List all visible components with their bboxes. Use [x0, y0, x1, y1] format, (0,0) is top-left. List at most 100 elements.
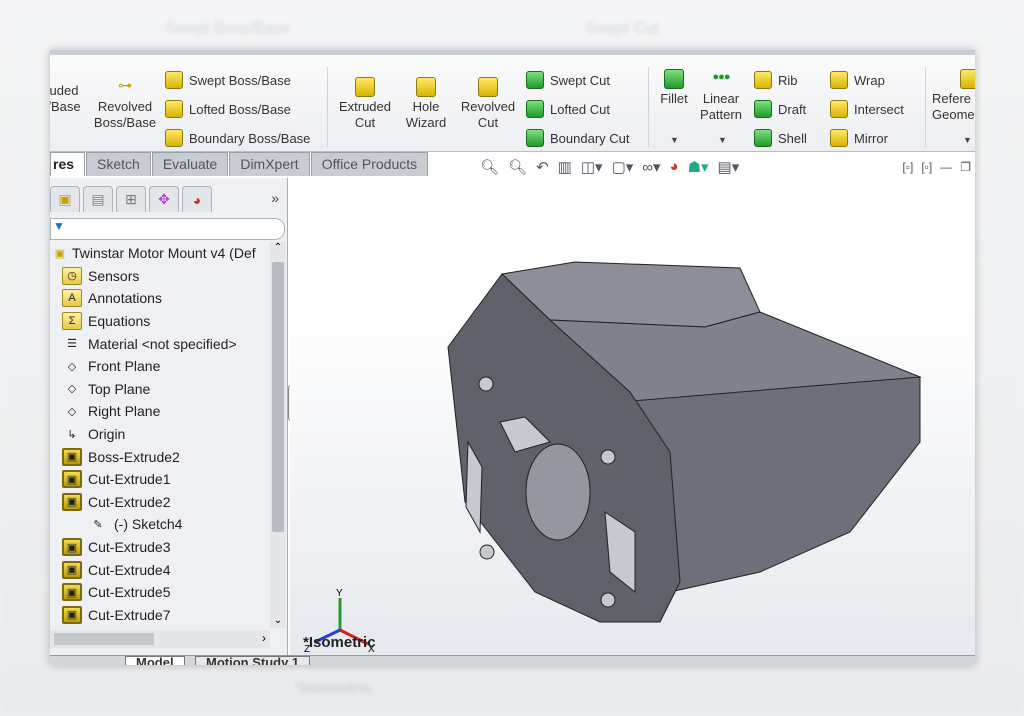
configuration-manager-tab[interactable]: ⊞	[116, 186, 146, 212]
tab-evaluate[interactable]: Evaluate	[151, 152, 229, 176]
draft-button[interactable]: Draft	[754, 100, 806, 118]
command-manager-tabs: res Sketch Evaluate DimXpert Office Prod…	[50, 152, 429, 176]
svg-text:Y: Y	[336, 588, 343, 599]
reference-geometry-button[interactable]: Refere Geome	[932, 69, 975, 123]
tree-item-label: Origin	[88, 426, 126, 443]
swept-cut-button[interactable]: Swept Cut	[526, 71, 610, 89]
revolved-cut-button[interactable]: Revolved Cut	[455, 77, 521, 131]
revolved-boss-button[interactable]: ⊶ Revolved Boss/Base	[92, 77, 158, 131]
more-tabs-chevron-icon[interactable]: »	[271, 190, 279, 206]
equations-folder-icon: Σ	[62, 312, 82, 331]
tree-item-label: Boss-Extrude2	[88, 448, 180, 465]
reference-geometry-icon	[960, 69, 975, 89]
filter-icon: ▼	[53, 219, 65, 233]
tree-item[interactable]: ◇ Top Plane	[50, 378, 270, 401]
feature-manager-panel: ▣ ▤ ⊞ ✥ ◕ » ▼ ▣ Twinstar Motor Mount v4 (…	[50, 178, 288, 656]
boundary-cut-button[interactable]: Boundary Cut	[526, 129, 630, 147]
shell-icon	[754, 129, 772, 147]
extruded-boss-button[interactable]: uded /Base	[50, 83, 82, 115]
tab-sketch[interactable]: Sketch	[86, 152, 151, 176]
part-icon: ▣	[54, 247, 66, 260]
tab-model[interactable]: Model	[125, 656, 185, 665]
tree-item[interactable]: ▣ Cut-Extrude4	[50, 558, 270, 581]
tree-item[interactable]: ☰ Material <not specified>	[50, 332, 270, 355]
tree-item-label: Top Plane	[88, 380, 151, 397]
graphics-viewport[interactable]: 🔍︎ 🔍︎ ↶ ▥ ◫▾ ▢▾ ∞▾ ◕ ☗▾ ▤▾ [▫] [▫] — ❐ Y…	[290, 152, 975, 655]
tree-item[interactable]: ◇ Front Plane	[50, 355, 270, 378]
tab-features[interactable]: res	[50, 152, 86, 176]
fillet-icon	[664, 69, 684, 89]
rib-icon	[754, 71, 772, 89]
tab-office-products[interactable]: Office Products	[310, 152, 429, 176]
hole-wizard-icon	[416, 77, 436, 97]
shell-button[interactable]: Shell	[754, 129, 807, 147]
tree-item-label: Cut-Extrude1	[88, 471, 171, 488]
boundary-boss-button[interactable]: Boundary Boss/Base	[165, 129, 310, 147]
tree-horizontal-scrollbar[interactable]: ›	[50, 630, 270, 648]
revolved-cut-icon	[478, 77, 498, 97]
rib-button[interactable]: Rib	[754, 71, 798, 89]
fillet-button[interactable]: Fillet	[654, 69, 694, 107]
cut-extrude-icon: ▣	[62, 605, 82, 624]
horizontal-scroll-thumb[interactable]	[54, 633, 154, 645]
annotations-folder-icon: A	[62, 289, 82, 308]
dimxpert-manager-tab[interactable]: ✥	[149, 186, 179, 212]
tree-item[interactable]: ▣ Cut-Extrude5	[50, 581, 270, 604]
tree-item[interactable]: ▣ Cut-Extrude7	[50, 604, 270, 627]
tree-item-label: Sensors	[88, 267, 140, 284]
display-manager-tab[interactable]: ◕	[182, 186, 212, 212]
tree-root[interactable]: ▣ Twinstar Motor Mount v4 (Def	[50, 242, 270, 265]
tree-item[interactable]: ▣ Boss-Extrude2	[50, 445, 270, 468]
bottom-tabs: Model Motion Study 1	[50, 655, 975, 665]
tree-item[interactable]: ▣ Cut-Extrude3	[50, 536, 270, 559]
swept-boss-button[interactable]: Swept Boss/Base	[165, 71, 291, 89]
cut-extrude-icon: ▣	[62, 583, 82, 602]
revolve-icon: ⊶	[118, 77, 132, 93]
tree-item[interactable]: ✎ (-) Sketch4	[50, 513, 270, 536]
intersect-button[interactable]: Intersect	[830, 100, 904, 118]
tree-item-label: Annotations	[88, 290, 162, 307]
property-manager-tab[interactable]: ▤	[83, 186, 113, 212]
tree-item-label: Equations	[88, 313, 151, 330]
solidworks-window: uded /Base ⊶ Revolved Boss/Base Swept Bos…	[50, 50, 975, 665]
tree-item[interactable]: ◷ Sensors	[50, 265, 270, 288]
boss-extrude-icon: ▣	[62, 447, 82, 466]
tree-item[interactable]: ▣ Cut-Extrude2	[50, 491, 270, 514]
wrap-button[interactable]: Wrap	[830, 71, 885, 89]
tab-motion-study-1[interactable]: Motion Study 1	[195, 656, 311, 665]
feature-manager-tab[interactable]: ▣	[50, 186, 80, 212]
hole-wizard-button[interactable]: Hole Wizard	[400, 77, 452, 131]
tree-item[interactable]: ▣ Cut-Extrude1	[50, 468, 270, 491]
tree-item-label: Cut-Extrude3	[88, 539, 171, 556]
tree-item[interactable]: Σ Equations	[50, 310, 270, 333]
model-bolt-hole	[600, 592, 616, 608]
linear-pattern-dropdown[interactable]: ▼	[718, 135, 727, 145]
linear-pattern-button[interactable]: ●●● Linear Pattern	[696, 69, 746, 123]
extruded-cut-button[interactable]: Extruded Cut	[332, 77, 398, 131]
feature-tree: ▣ Twinstar Motor Mount v4 (Def ◷ Sensors A A…	[50, 242, 270, 628]
loft-icon	[165, 100, 183, 118]
reference-geometry-dropdown[interactable]: ▼	[963, 135, 972, 145]
tree-item-label: (-) Sketch4	[114, 516, 183, 533]
tree-item[interactable]: A Annotations	[50, 287, 270, 310]
display-icon: ◕	[192, 191, 202, 208]
tree-vertical-scrollbar[interactable]: ⌃ ⌄	[270, 242, 286, 628]
tree-item-label: Cut-Extrude2	[88, 493, 171, 510]
property-icon: ▤	[91, 191, 105, 207]
lofted-cut-button[interactable]: Lofted Cut	[526, 100, 610, 118]
swept-cut-icon	[526, 71, 544, 89]
mirror-button[interactable]: Mirror	[830, 129, 888, 147]
linear-pattern-icon: ●●●	[712, 71, 731, 83]
tree-item[interactable]: ◇ Right Plane	[50, 400, 270, 423]
cut-extrude-icon: ▣	[62, 492, 82, 511]
tab-dimxpert[interactable]: DimXpert	[229, 152, 310, 176]
lofted-boss-button[interactable]: Lofted Boss/Base	[165, 100, 291, 118]
filter-input[interactable]: ▼	[50, 218, 285, 240]
tree-item[interactable]: ↳ Origin	[50, 423, 270, 446]
model-center-bore	[525, 443, 591, 541]
vertical-scroll-thumb[interactable]	[272, 262, 284, 532]
plane-icon: ◇	[67, 360, 77, 373]
motor-mount-model[interactable]	[447, 261, 922, 623]
cut-extrude-icon: ▣	[62, 538, 82, 557]
fillet-dropdown[interactable]: ▼	[670, 135, 679, 145]
